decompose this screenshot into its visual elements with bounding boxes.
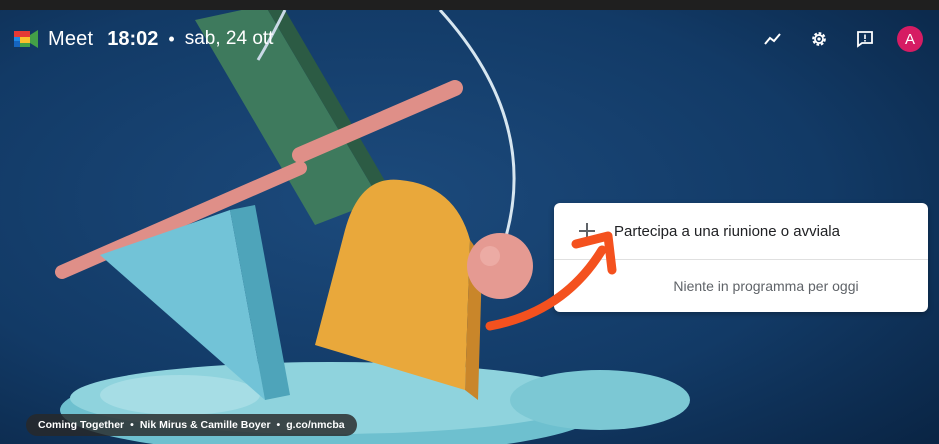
annotation-arrow <box>485 231 617 331</box>
credit-authors: Nik Mirus & Camille Boyer <box>139 419 271 431</box>
activity-trend-icon <box>764 33 781 45</box>
gear-icon <box>812 32 826 46</box>
join-meeting-label: Partecipa a una riunione o avviala <box>614 222 840 240</box>
credit-separator: • <box>276 419 281 431</box>
current-date: sab, 24 ott <box>184 28 274 49</box>
app-title: Meet <box>48 27 94 50</box>
settings-button[interactable] <box>805 25 833 53</box>
credit-separator: • <box>130 419 134 431</box>
credit-link[interactable]: g.co/nmcba <box>286 419 344 431</box>
top-bar: Meet 18:02 • sab, 24 ott A <box>0 0 939 70</box>
header-actions: A <box>741 25 923 53</box>
feedback-button[interactable] <box>851 25 879 53</box>
background-credit[interactable]: Coming Together • Nik Mirus & Camille Bo… <box>26 414 357 436</box>
header-separator: • <box>168 28 175 49</box>
current-time: 18:02 <box>107 27 159 50</box>
google-meet-logo <box>14 30 38 48</box>
credit-title: Coming Together <box>38 419 125 431</box>
stats-button[interactable] <box>759 25 787 53</box>
feedback-icon <box>857 31 873 48</box>
brand-area: Meet 18:02 • sab, 24 ott <box>14 24 273 54</box>
account-avatar[interactable]: A <box>897 26 923 52</box>
